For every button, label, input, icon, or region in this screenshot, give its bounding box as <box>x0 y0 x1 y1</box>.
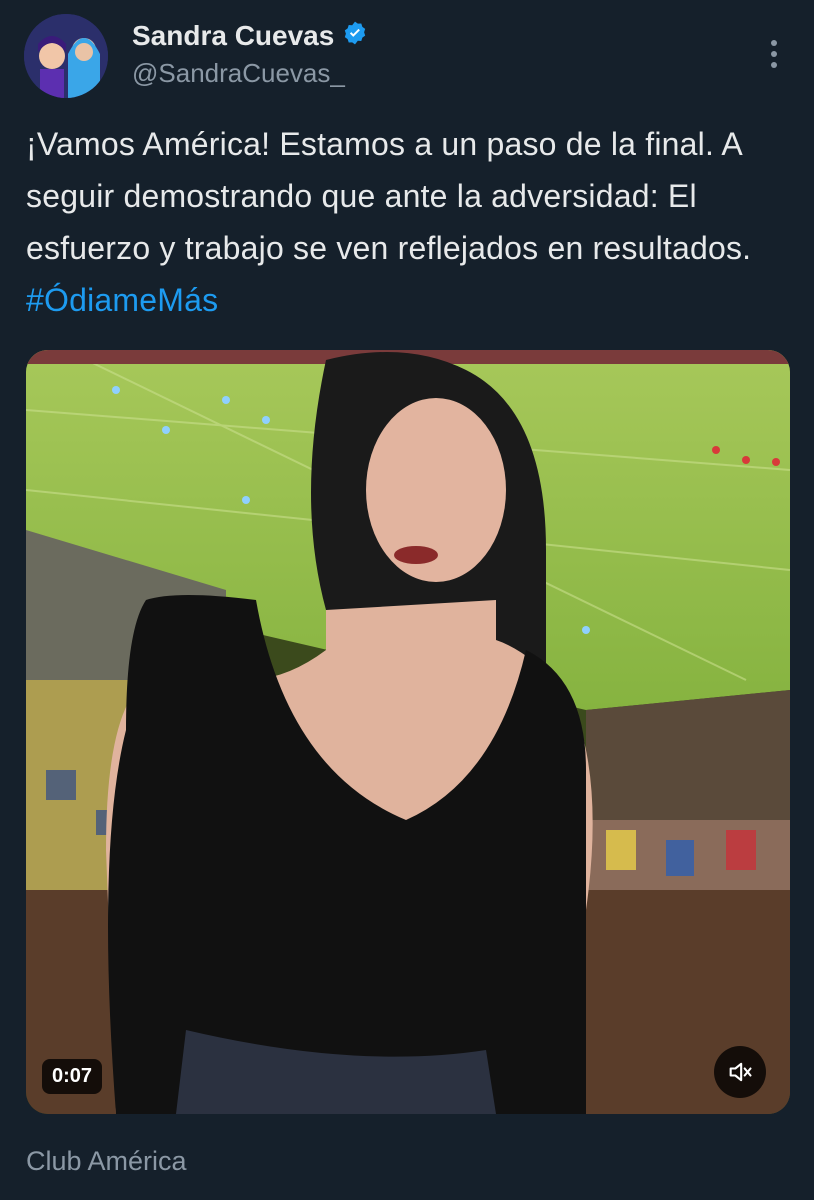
display-name[interactable]: Sandra Cuevas <box>132 20 334 52</box>
user-handle[interactable]: @SandraCuevas_ <box>132 58 368 89</box>
tweet-text: ¡Vamos América! Estamos a un paso de la … <box>26 118 786 326</box>
hashtag-link[interactable]: #ÓdiameMás <box>26 282 218 318</box>
volume-muted-icon <box>726 1058 754 1086</box>
display-name-row[interactable]: Sandra Cuevas <box>132 18 368 54</box>
tagged-account[interactable]: Club América <box>26 1146 187 1177</box>
avatar[interactable] <box>24 14 108 98</box>
user-names: Sandra Cuevas @SandraCuevas_ <box>132 18 368 89</box>
video-thumbnail <box>26 350 790 1114</box>
video-duration: 0:07 <box>42 1059 103 1094</box>
verified-badge-icon <box>342 20 368 53</box>
tweet-body: ¡Vamos América! Estamos a un paso de la … <box>26 126 752 266</box>
more-options-button[interactable] <box>754 36 794 76</box>
video-player[interactable]: 0:07 <box>26 350 790 1114</box>
tweet-header: Sandra Cuevas @SandraCuevas_ <box>24 12 794 102</box>
mute-button[interactable] <box>714 1046 766 1098</box>
more-vertical-icon <box>769 39 779 74</box>
